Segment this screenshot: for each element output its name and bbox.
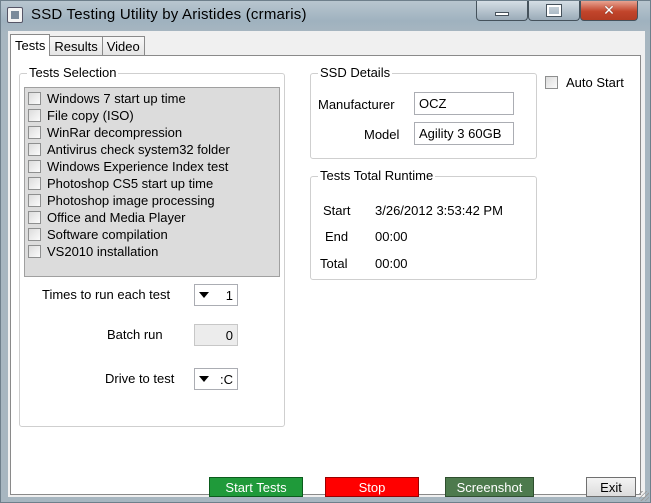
test-item-file-copy[interactable]: File copy (ISO) (28, 107, 134, 124)
tab-results[interactable]: Results (49, 36, 103, 56)
test-checkbox[interactable] (28, 228, 41, 241)
model-label: Model (364, 127, 400, 142)
runtime-end-value: 00:00 (375, 229, 408, 244)
drive-to-test-combo[interactable]: :C (194, 368, 238, 390)
maximize-icon (546, 4, 562, 17)
close-icon: ✕ (603, 2, 615, 18)
window-title: SSD Testing Utility by Aristides (crmari… (31, 6, 307, 23)
chevron-down-icon (199, 376, 209, 382)
test-label: WinRar decompression (47, 125, 183, 140)
times-to-run-combo[interactable]: 1 (194, 284, 238, 306)
stop-button[interactable]: Stop (325, 477, 419, 497)
auto-start-label: Auto Start (566, 75, 624, 90)
test-checkbox[interactable] (28, 211, 41, 224)
test-checkbox[interactable] (28, 177, 41, 190)
manufacturer-label: Manufacturer (318, 97, 395, 112)
test-item-windows-startup[interactable]: Windows 7 start up time (28, 90, 186, 107)
app-window: SSD Testing Utility by Aristides (crmari… (0, 0, 651, 503)
maximize-button[interactable] (528, 1, 580, 21)
test-item-photoshop-processing[interactable]: Photoshop image processing (28, 192, 215, 209)
test-label: File copy (ISO) (47, 108, 134, 123)
runtime-title: Tests Total Runtime (318, 168, 436, 183)
batch-run-value: 0 (225, 328, 233, 343)
ssd-details-group: SSD Details Manufacturer OCZ Model Agili… (310, 65, 537, 159)
test-checkbox[interactable] (28, 143, 41, 156)
test-label: Software compilation (47, 227, 168, 242)
app-icon (7, 7, 23, 23)
test-label: Photoshop CS5 start up time (47, 176, 214, 191)
test-checkbox[interactable] (28, 126, 41, 139)
screenshot-button[interactable]: Screenshot (445, 477, 534, 497)
test-item-wei[interactable]: Windows Experience Index test (28, 158, 228, 175)
test-checkbox[interactable] (28, 194, 41, 207)
test-item-photoshop-startup[interactable]: Photoshop CS5 start up time (28, 175, 213, 192)
close-button[interactable]: ✕ (580, 1, 638, 21)
test-label: VS2010 installation (47, 244, 159, 259)
test-checkbox[interactable] (28, 160, 41, 173)
drive-to-test-value: :C (220, 372, 233, 387)
test-checkbox[interactable] (28, 245, 41, 258)
test-label: Antivirus check system32 folder (47, 142, 230, 157)
tab-video[interactable]: Video (101, 36, 145, 56)
title-bar[interactable]: SSD Testing Utility by Aristides (crmari… (1, 1, 650, 31)
minimize-button[interactable] (476, 1, 528, 21)
tab-strip: Tests Results Video (10, 34, 145, 56)
runtime-total-value: 00:00 (375, 256, 408, 271)
manufacturer-field[interactable]: OCZ (414, 92, 514, 115)
drive-to-test-label: Drive to test (105, 371, 175, 386)
exit-button[interactable]: Exit (586, 477, 636, 497)
runtime-group: Tests Total Runtime Start 3/26/2012 3:53… (310, 168, 537, 280)
test-item-vs2010[interactable]: VS2010 installation (28, 243, 158, 260)
start-tests-button[interactable]: Start Tests (209, 477, 303, 497)
test-label: Office and Media Player (47, 210, 186, 225)
test-item-antivirus[interactable]: Antivirus check system32 folder (28, 141, 230, 158)
times-to-run-label: Times to run each test (42, 287, 171, 302)
test-checkbox[interactable] (28, 92, 41, 105)
tests-selection-title: Tests Selection (27, 65, 119, 80)
test-label: Windows 7 start up time (47, 91, 186, 106)
tab-tests[interactable]: Tests (10, 34, 51, 56)
test-checkbox[interactable] (28, 109, 41, 122)
runtime-start-value: 3/26/2012 3:53:42 PM (375, 203, 503, 218)
model-field[interactable]: Agility 3 60GB (414, 122, 514, 145)
ssd-details-title: SSD Details (318, 65, 393, 80)
test-label: Photoshop image processing (47, 193, 215, 208)
client-area: Tests Results Video Tests Selection Wind… (8, 31, 645, 497)
auto-start-option[interactable]: Auto Start (545, 75, 624, 90)
runtime-total-label: Total (320, 256, 348, 271)
minimize-icon (495, 11, 509, 16)
chevron-down-icon (199, 292, 209, 298)
runtime-start-label: Start (323, 203, 351, 218)
resize-grip[interactable] (639, 491, 649, 501)
times-to-run-value: 1 (225, 288, 233, 303)
batch-run-field: 0 (194, 324, 238, 346)
tests-tab-page: Tests Selection Windows 7 start up time … (10, 55, 641, 495)
test-item-compilation[interactable]: Software compilation (28, 226, 168, 243)
test-item-winrar[interactable]: WinRar decompression (28, 124, 182, 141)
tests-selection-group: Tests Selection Windows 7 start up time … (19, 65, 285, 427)
batch-run-label: Batch run (107, 327, 163, 342)
tests-checklist[interactable]: Windows 7 start up time File copy (ISO) … (24, 87, 280, 277)
test-item-office-media[interactable]: Office and Media Player (28, 209, 186, 226)
auto-start-checkbox[interactable] (545, 76, 558, 89)
test-label: Windows Experience Index test (47, 159, 229, 174)
runtime-end-label: End (325, 229, 349, 244)
